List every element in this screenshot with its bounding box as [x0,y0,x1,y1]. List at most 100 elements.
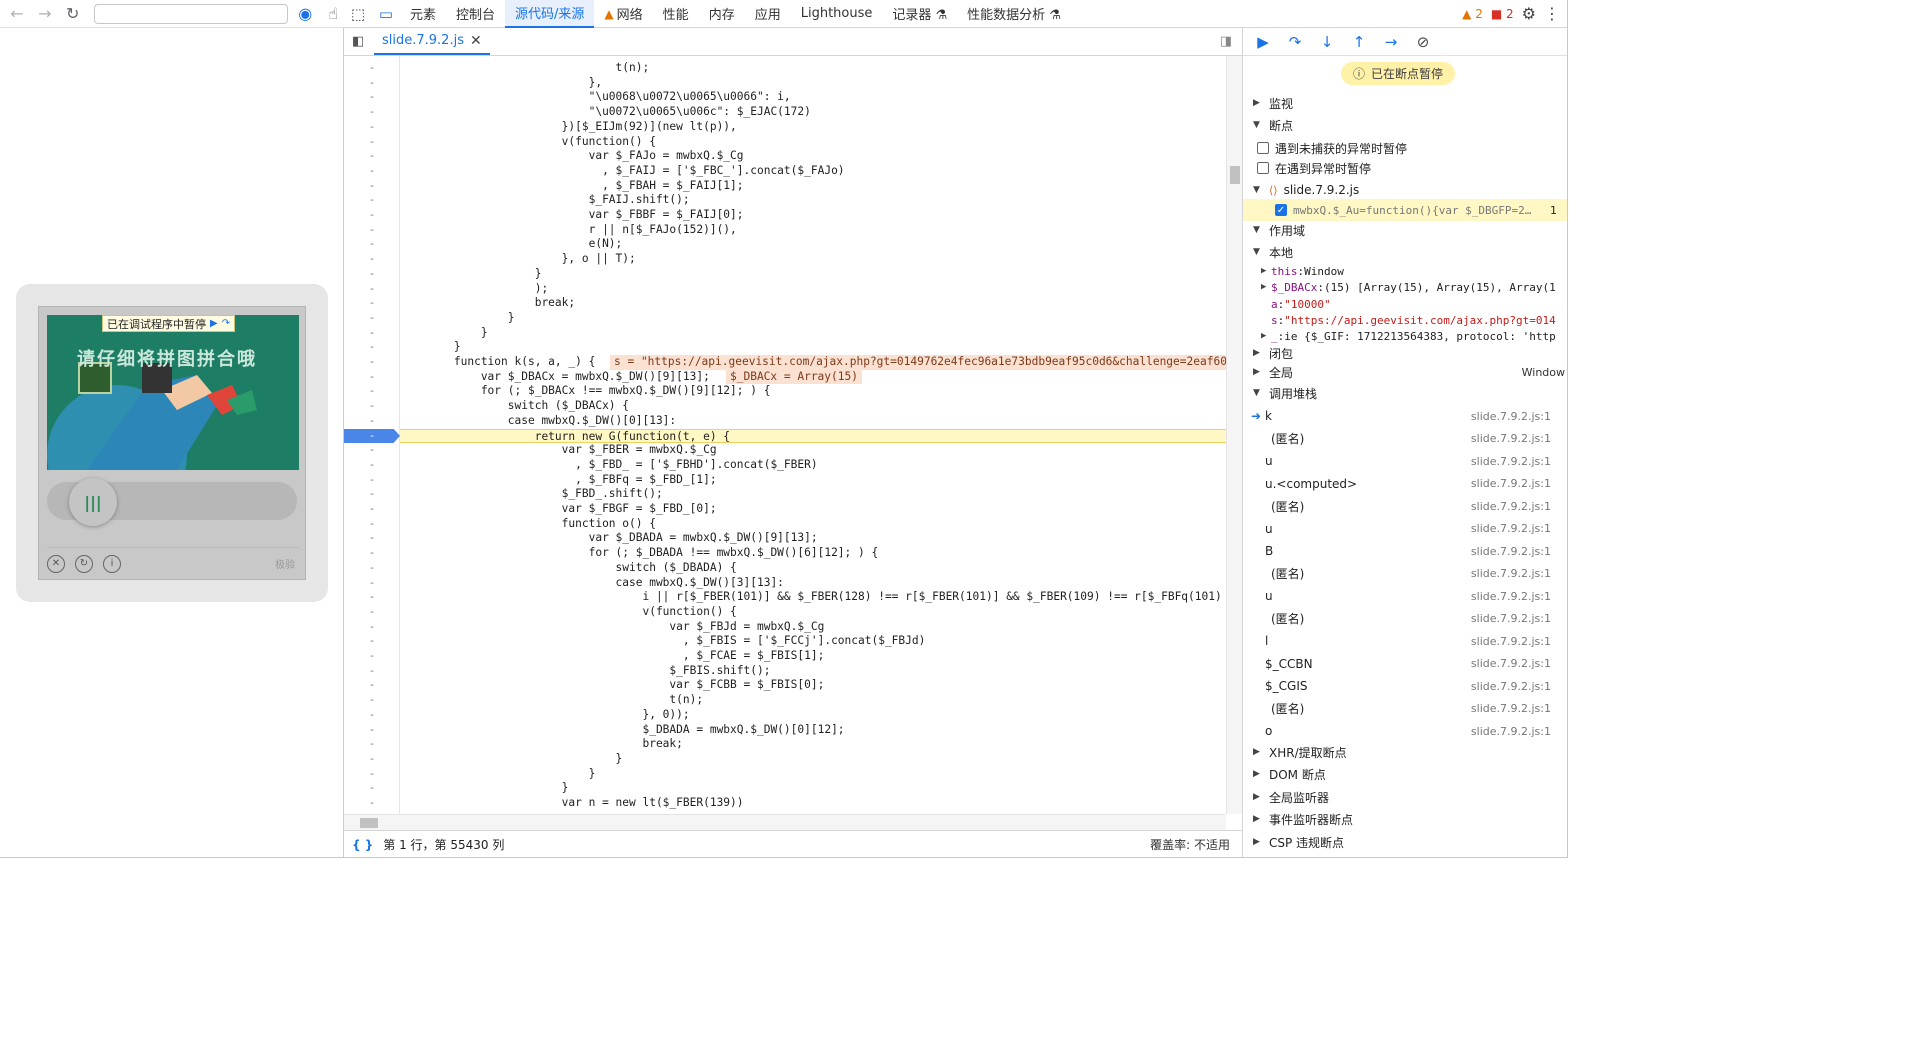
scroll-thumb[interactable] [1230,166,1240,184]
gutter-line[interactable]: - [344,473,400,488]
gutter-line[interactable]: - [344,605,400,620]
checkbox[interactable] [1257,142,1269,154]
call-frame[interactable]: u slide.7.9.2.js:1 [1243,585,1567,607]
frame-location[interactable]: slide.7.9.2.js:1 [1471,725,1567,738]
tab-recorder[interactable]: 记录器 ⚗ [882,0,957,28]
resume-icon[interactable]: ▶ [210,318,218,329]
gutter-line[interactable]: - [344,76,400,91]
gutter-line[interactable]: - [344,781,400,796]
gutter-line[interactable]: - [344,282,400,297]
tab-memory[interactable]: 内存 [699,0,745,28]
gutter-line[interactable]: - [344,561,400,576]
gutter-line[interactable]: - [344,370,400,385]
section-global-listeners[interactable]: ▶ 全局监听器 [1243,786,1567,808]
gutter-line[interactable]: - [344,458,400,473]
gutter-line[interactable]: - [344,399,400,414]
call-frame[interactable]: ➜ k slide.7.9.2.js:1 [1243,405,1567,427]
step-into-icon[interactable]: ↓ [1317,33,1337,51]
section-scope[interactable]: ▼ 作用域 [1243,219,1567,241]
pretty-print-icon[interactable]: { } [352,838,373,852]
gutter-line[interactable]: - [344,796,400,811]
gear-icon[interactable]: ⚙ [1522,4,1536,23]
gutter-line[interactable]: - [344,223,400,238]
call-frame[interactable]: (匿名) slide.7.9.2.js:1 [1243,698,1567,720]
gutter-line[interactable]: - [344,708,400,723]
more-menu-icon[interactable]: ⋮ [1544,4,1560,23]
checkbox[interactable] [1257,162,1269,174]
pause-uncaught-option[interactable]: 遇到未捕获的异常时暂停 [1243,137,1567,159]
device-toolbar-icon[interactable]: ▭ [372,0,400,28]
gutter-line[interactable]: - [344,693,400,708]
section-call-stack[interactable]: ▼ 调用堆栈 [1243,382,1567,404]
pause-caught-option[interactable]: 在遇到异常时暂停 [1243,157,1567,179]
gutter-line[interactable]: - [344,61,400,76]
horizontal-scrollbar[interactable] [344,814,1226,830]
back-icon[interactable]: ← [6,3,28,25]
tab-application[interactable]: 应用 [745,0,791,28]
expand-icon[interactable]: ▶ [1261,331,1271,341]
gutter-line[interactable]: - [344,135,400,150]
section-breakpoints[interactable]: ▼ 断点 [1243,114,1567,136]
frame-location[interactable]: slide.7.9.2.js:1 [1471,522,1567,535]
gutter-line[interactable]: - [344,517,400,532]
tab-performance[interactable]: 性能 [653,0,699,28]
scroll-thumb[interactable] [360,818,378,828]
navigator-toggle-icon[interactable]: ◧ [352,34,364,49]
section-watch[interactable]: ▶ 监视 [1243,92,1567,114]
gutter-line[interactable]: - [344,723,400,738]
gutter-line[interactable]: - [344,208,400,223]
slider-knob[interactable]: ||| [69,478,117,526]
touch-icon[interactable]: ☝ [322,3,344,25]
gutter-line[interactable]: - [344,737,400,752]
scope-variable[interactable]: ▶ $_DBACx: (15) [Array(15), Array(15), Ar… [1243,279,1567,295]
breakpoint-item[interactable]: ✓ mwbxQ.$_Au=function(){var $_DBGFP=2… 1 [1243,199,1567,221]
scope-local[interactable]: ▼ 本地 [1243,241,1567,263]
step-icon[interactable]: → [1381,33,1401,51]
gutter-line[interactable]: - [344,767,400,782]
gutter-line[interactable]: - [344,120,400,135]
frame-location[interactable]: slide.7.9.2.js:1 [1471,545,1567,558]
code-editor[interactable]: ----------------------------------------… [344,56,1226,814]
gutter-line[interactable]: - [344,664,400,679]
call-frame[interactable]: $_CCBN slide.7.9.2.js:1 [1243,653,1567,675]
scope-variable[interactable]: a: "10000" [1243,296,1567,312]
tab-console[interactable]: 控制台 [446,0,505,28]
gutter-line[interactable]: - [344,90,400,105]
gutter-line[interactable]: - [344,164,400,179]
scope-variable[interactable]: s: "https://api.geevisit.com/ajax.php?gt… [1243,312,1567,328]
vertical-scrollbar[interactable] [1226,56,1242,814]
section-csp-breakpoints[interactable]: ▶ CSP 违规断点 [1243,831,1567,853]
close-icon[interactable]: ✕ [47,554,65,573]
frame-location[interactable]: slide.7.9.2.js:1 [1471,455,1567,468]
gutter-line[interactable]: - [344,149,400,164]
deactivate-breakpoints-icon[interactable]: ⊘ [1413,33,1433,51]
gutter-line[interactable]: - [344,296,400,311]
step-out-icon[interactable]: ↑ [1349,33,1369,51]
editor-file-tab[interactable]: slide.7.9.2.js ✕ [374,28,490,55]
call-frame[interactable]: (匿名) slide.7.9.2.js:1 [1243,495,1567,517]
checkbox-checked[interactable]: ✓ [1275,204,1287,216]
resume-icon[interactable]: ▶ [1253,33,1273,51]
mouse-icon[interactable]: ◉ [294,3,316,25]
frame-location[interactable]: slide.7.9.2.js:1 [1471,635,1567,648]
gutter-line[interactable]: - [344,267,400,282]
expand-icon[interactable]: ▶ [1261,282,1271,292]
frame-location[interactable]: slide.7.9.2.js:1 [1471,432,1567,445]
gutter-line[interactable]: - [344,487,400,502]
frame-location[interactable]: slide.7.9.2.js:1 [1471,567,1567,580]
gutter-line[interactable]: - [344,531,400,546]
call-frame[interactable]: (匿名) slide.7.9.2.js:1 [1243,608,1567,630]
frame-location[interactable]: slide.7.9.2.js:1 [1471,680,1567,693]
gutter-line[interactable]: - [344,179,400,194]
call-frame[interactable]: (匿名) slide.7.9.2.js:1 [1243,563,1567,585]
gutter-line[interactable]: - [344,355,400,370]
gutter-line[interactable]: - [344,311,400,326]
forward-icon[interactable]: → [34,3,56,25]
frame-location[interactable]: slide.7.9.2.js:1 [1471,500,1567,513]
frame-location[interactable]: slide.7.9.2.js:1 [1471,477,1567,490]
call-frame[interactable]: u slide.7.9.2.js:1 [1243,450,1567,472]
breakpoint-file[interactable]: ▼ ⟨⟩ slide.7.9.2.js [1243,179,1567,201]
info-icon[interactable]: i [103,554,121,573]
gutter-line[interactable]: - [344,678,400,693]
gutter-line[interactable]: - [344,414,400,429]
